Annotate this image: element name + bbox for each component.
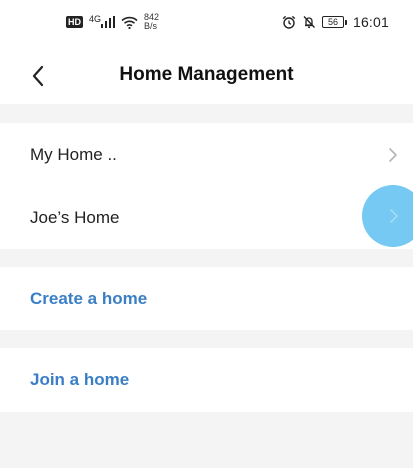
signal-icon [101,16,116,28]
battery-tip [344,19,347,25]
nav-header: Home Management [0,48,413,104]
join-home-button[interactable]: Join a home [0,348,413,411]
home-name: Joe’s Home [30,207,120,227]
alarm-icon [282,15,296,29]
home-name: My Home .. [30,144,117,164]
homes-list: My Home .. Joe’s Home [0,123,413,249]
join-home-label: Join a home [30,369,130,389]
home-row-joes-home[interactable]: Joe’s Home [0,186,413,249]
network-speed: 842 B/s [144,13,159,31]
app-screen: HD 4G 842 B/s 56 16:01 Home Management M… [0,0,413,468]
chevron-right-icon[interactable] [388,208,400,224]
create-home-label: Create a home [30,288,148,308]
status-bar-left: HD 4G 842 B/s [66,13,159,31]
create-home-section: Create a home [0,267,413,330]
wifi-icon [121,16,138,29]
join-home-section: Join a home [0,348,413,412]
home-row-my-home[interactable]: My Home .. [0,123,413,186]
status-bar: HD 4G 842 B/s 56 16:01 [0,0,413,48]
hd-badge: HD [66,16,83,28]
battery-level: 56 [321,16,344,28]
page-title: Home Management [119,64,294,85]
status-time: 16:01 [352,14,389,30]
network-speed-unit: B/s [144,21,158,31]
create-home-button[interactable]: Create a home [0,267,413,330]
status-bar-right: 56 16:01 [282,14,389,30]
battery-icon: 56 [321,16,347,28]
cellular-signal: 4G [89,14,116,28]
chevron-right-icon [389,147,397,162]
mute-icon [303,16,315,29]
network-type: 4G [89,14,102,24]
